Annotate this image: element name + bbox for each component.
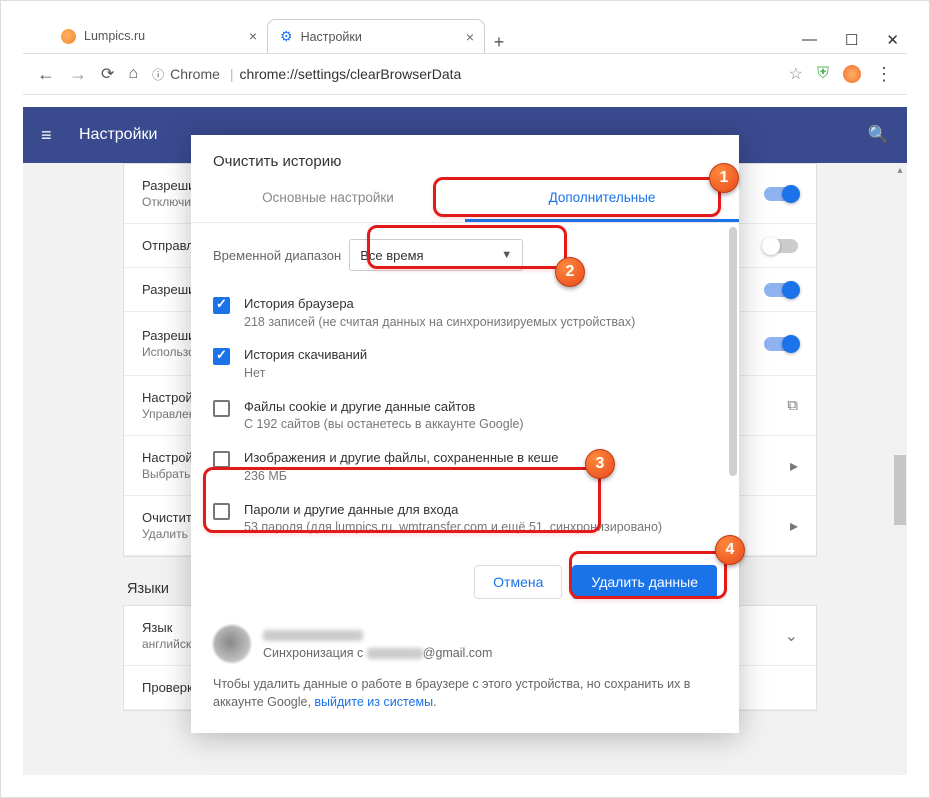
- footer-note: Чтобы удалить данные о работе в браузере…: [213, 675, 717, 711]
- checkbox-label: История скачиваний: [244, 346, 367, 364]
- window-maximize[interactable]: ☐: [845, 31, 858, 49]
- checkbox-label: Файлы cookie и другие данные сайтов: [244, 398, 524, 416]
- home-button[interactable]: ⌂: [128, 65, 138, 83]
- clear-data-dialog: Очистить историю Основные настройки Допо…: [191, 135, 739, 733]
- site-info-icon[interactable]: ⓘ: [152, 66, 164, 83]
- new-tab-button[interactable]: +: [485, 32, 513, 53]
- dialog-scrollbar-thumb[interactable]: [729, 227, 737, 476]
- chevron-down-icon: ⌄: [785, 626, 798, 646]
- address-bar[interactable]: ⓘ Chrome | chrome://settings/clearBrowse…: [152, 66, 775, 83]
- dialog-title: Очистить историю: [191, 135, 739, 178]
- toggle-switch[interactable]: [764, 187, 798, 201]
- sync-label: Синхронизация с: [263, 646, 367, 660]
- external-link-icon: ⧉: [787, 397, 798, 414]
- toggle-switch[interactable]: [764, 337, 798, 351]
- menu-button[interactable]: ⋮: [875, 64, 893, 85]
- page-title: Настройки: [79, 126, 157, 144]
- bookmark-star-icon[interactable]: ☆: [789, 64, 803, 84]
- page: ≡ Настройки 🔍 Разрешить… Отключите эту ф…: [23, 107, 907, 775]
- tab-label: Lumpics.ru: [84, 29, 145, 43]
- forward-button: →: [69, 64, 87, 85]
- back-button[interactable]: ←: [37, 64, 55, 85]
- checkbox-subtitle: 53 пароля (для lumpics.ru, wmtransfer.co…: [244, 519, 662, 536]
- confirm-button[interactable]: Удалить данные: [572, 565, 717, 599]
- tab-label: Настройки: [301, 30, 362, 44]
- url-protocol: Chrome: [170, 66, 220, 82]
- shield-icon[interactable]: ⛨: [817, 65, 829, 83]
- close-tab-icon[interactable]: ×: [249, 28, 257, 44]
- checkbox-row-cache[interactable]: Изображения и другие файлы, сохраненные …: [213, 441, 725, 492]
- chevron-right-icon: ▸: [790, 456, 798, 476]
- checkbox-subtitle: С 192 сайтов (вы останетесь в аккаунте G…: [244, 416, 524, 433]
- checkbox-label: Пароли и другие данные для входа: [244, 501, 662, 519]
- checkbox[interactable]: [213, 348, 230, 365]
- close-tab-icon[interactable]: ×: [466, 29, 474, 45]
- checkbox-row-downloads[interactable]: История скачиваний Нет: [213, 338, 725, 389]
- gear-icon: ⚙: [280, 28, 293, 45]
- email-suffix: @gmail.com: [423, 646, 493, 660]
- cancel-button[interactable]: Отмена: [474, 565, 562, 599]
- time-range-label: Временной диапазон: [213, 248, 341, 263]
- tab-strip: Lumpics.ru × ⚙ Настройки × +: [1, 1, 929, 53]
- search-icon[interactable]: 🔍: [868, 125, 889, 145]
- checkbox[interactable]: [213, 400, 230, 417]
- account-row: Синхронизация с @gmail.com: [213, 625, 717, 663]
- scrollbar-up-icon[interactable]: ▴: [893, 163, 907, 179]
- checkbox-label: История браузера: [244, 295, 635, 313]
- favicon-icon: [61, 29, 76, 44]
- scrollbar-thumb[interactable]: [894, 455, 906, 525]
- toggle-switch[interactable]: [764, 283, 798, 297]
- hamburger-icon[interactable]: ≡: [41, 125, 59, 146]
- user-name-redacted: [263, 630, 363, 641]
- checkbox[interactable]: [213, 503, 230, 520]
- window-minimize[interactable]: —: [802, 31, 817, 49]
- checkbox-subtitle: Нет: [244, 365, 367, 382]
- checkbox[interactable]: [213, 297, 230, 314]
- tab-advanced[interactable]: Дополнительные: [465, 178, 739, 222]
- toggle-switch[interactable]: [764, 239, 798, 253]
- dialog-tabs: Основные настройки Дополнительные: [191, 178, 739, 223]
- time-range-select[interactable]: Все время ▼: [349, 239, 523, 271]
- email-redacted: [367, 648, 423, 659]
- checkbox-subtitle: 218 записей (не считая данных на синхрон…: [244, 314, 635, 331]
- checkbox[interactable]: [213, 451, 230, 468]
- reload-button[interactable]: ⟳: [101, 64, 114, 84]
- toolbar: ← → ⟳ ⌂ ⓘ Chrome | chrome://settings/cle…: [23, 53, 907, 95]
- checkbox-row-passwords[interactable]: Пароли и другие данные для входа 53 паро…: [213, 493, 725, 544]
- url-text: chrome://settings/clearBrowserData: [240, 66, 462, 82]
- checkbox-label: Изображения и другие файлы, сохраненные …: [244, 449, 558, 467]
- tab-lumpics[interactable]: Lumpics.ru ×: [49, 19, 267, 53]
- checkbox-subtitle: 236 МБ: [244, 468, 558, 485]
- tab-settings[interactable]: ⚙ Настройки ×: [267, 19, 485, 53]
- extension-icon[interactable]: [843, 65, 861, 83]
- time-range-value: Все время: [360, 248, 423, 263]
- sign-out-link[interactable]: выйдите из системы: [314, 695, 433, 709]
- tab-basic[interactable]: Основные настройки: [191, 178, 465, 222]
- chevron-right-icon: ▸: [790, 516, 798, 536]
- url-divider: |: [230, 66, 234, 82]
- avatar: [213, 625, 251, 663]
- checkbox-row-cookies[interactable]: Файлы cookie и другие данные сайтов С 19…: [213, 390, 725, 441]
- checkbox-row-history[interactable]: История браузера 218 записей (не считая …: [213, 287, 725, 338]
- window-close[interactable]: ✕: [886, 31, 899, 49]
- chevron-down-icon: ▼: [501, 249, 512, 261]
